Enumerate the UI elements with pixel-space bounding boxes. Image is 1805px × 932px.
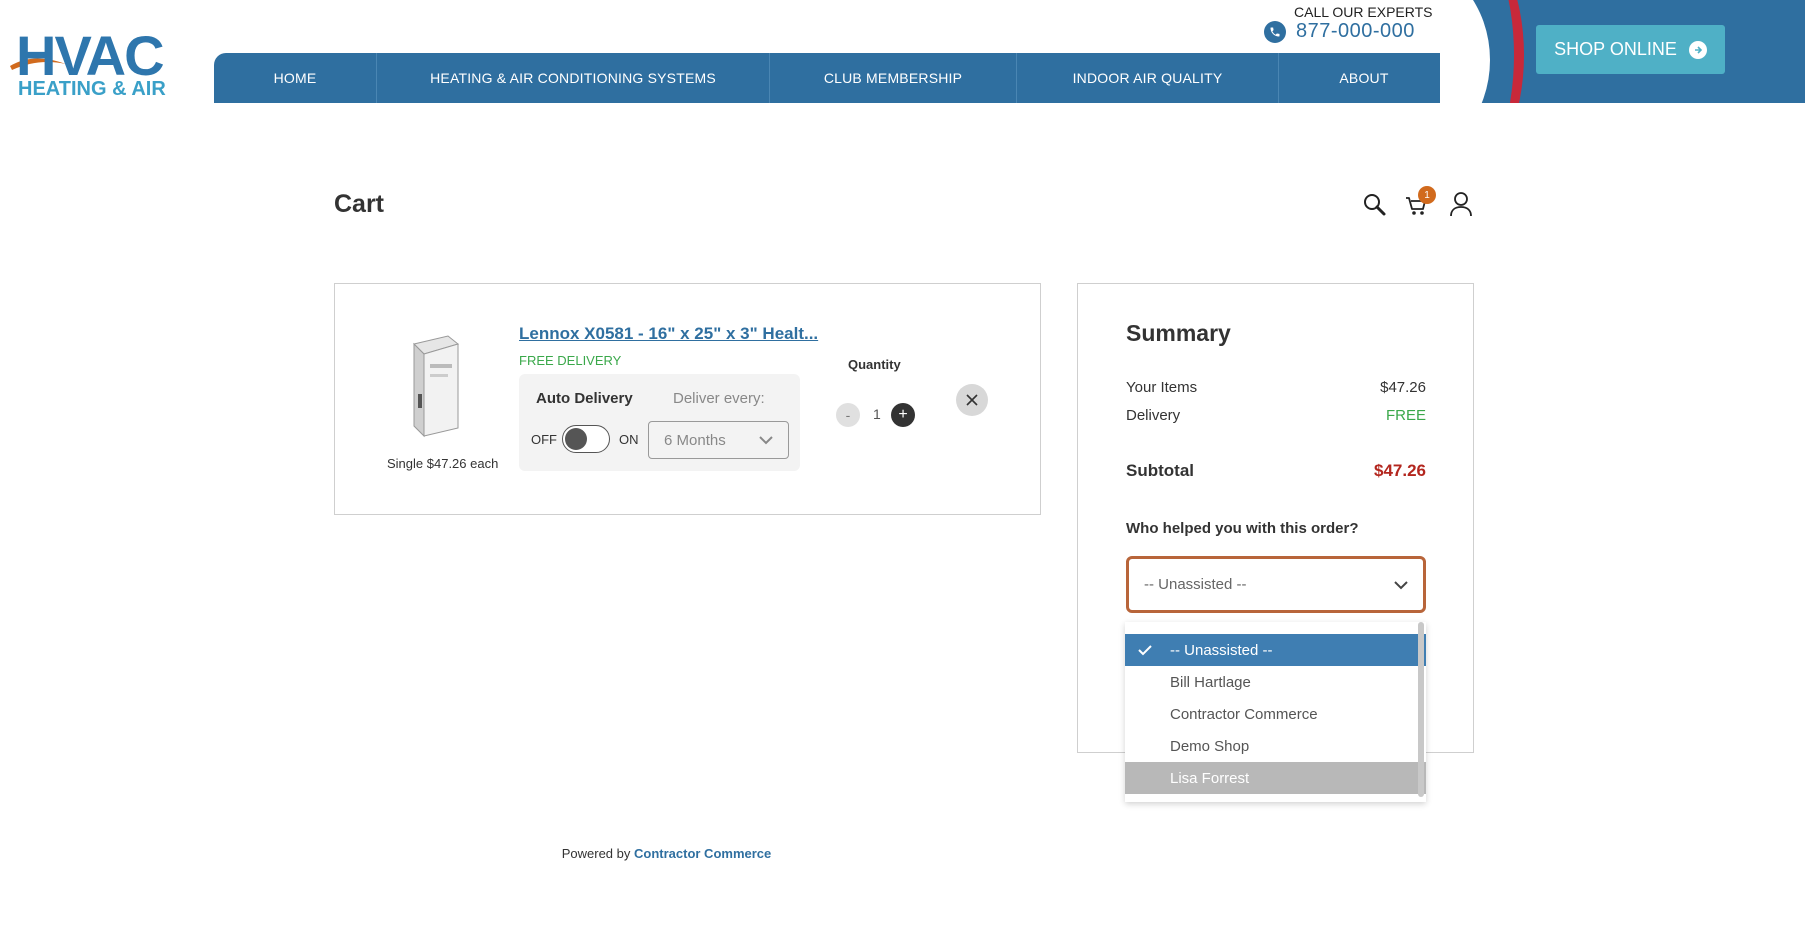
- delivery-interval-value: 6 Months: [664, 432, 726, 449]
- auto-delivery-toggle[interactable]: [562, 425, 610, 453]
- helped-by-value: -- Unassisted --: [1144, 576, 1247, 593]
- phone-icon: [1264, 21, 1286, 43]
- shop-online-button[interactable]: SHOP ONLINE: [1536, 25, 1725, 74]
- helped-by-dropdown: -- Unassisted -- Bill Hartlage Contracto…: [1125, 622, 1426, 802]
- arrow-right-icon: [1688, 40, 1707, 59]
- option-label: Bill Hartlage: [1170, 673, 1251, 691]
- nav-item-heating-air-conditioning[interactable]: HEATING & AIR CONDITIONING SYSTEMS: [377, 53, 770, 103]
- call-experts: CALL OUR EXPERTS 877-000-000: [1264, 4, 1449, 44]
- product-image[interactable]: [408, 334, 464, 438]
- toggle-on-label: ON: [619, 432, 639, 447]
- cart-button[interactable]: 1: [1404, 186, 1436, 218]
- chevron-down-icon: [759, 436, 773, 445]
- footer-brand-link[interactable]: Contractor Commerce: [634, 846, 771, 861]
- product-name-link[interactable]: Lennox X0581 - 16" x 25" x 3" Healt...: [519, 324, 818, 344]
- option-label: Lisa Forrest: [1170, 769, 1250, 787]
- logo[interactable]: HVAC HEATING & AIR: [8, 28, 168, 104]
- page-title: Cart: [334, 190, 385, 218]
- delivery-interval-select[interactable]: 6 Months: [648, 421, 789, 459]
- option-label: Contractor Commerce: [1170, 705, 1318, 723]
- shop-online-label: SHOP ONLINE: [1554, 39, 1677, 59]
- summary-items-row: Your Items $47.26: [1126, 379, 1426, 396]
- utility-icons: 1: [1362, 186, 1474, 218]
- remove-item-button[interactable]: [956, 384, 988, 416]
- nav-item-club-membership[interactable]: CLUB MEMBERSHIP: [770, 53, 1017, 103]
- summary-subtotal-row: Subtotal $47.26: [1126, 461, 1426, 481]
- auto-delivery-label: Auto Delivery: [536, 390, 633, 407]
- summary-title: Summary: [1126, 320, 1231, 346]
- nav-item-about[interactable]: ABOUT: [1279, 53, 1449, 103]
- dropdown-scrollbar[interactable]: [1418, 622, 1424, 797]
- auto-delivery-panel: Auto Delivery Deliver every: OFF ON 6 Mo…: [519, 374, 800, 471]
- quantity-increase-button[interactable]: +: [891, 403, 915, 427]
- subtotal-label: Subtotal: [1126, 461, 1194, 480]
- single-price: Single $47.26 each: [387, 456, 499, 471]
- dropdown-option[interactable]: Contractor Commerce: [1125, 698, 1426, 730]
- dropdown-option[interactable]: -- Unassisted --: [1125, 634, 1426, 666]
- main-nav: HOME HEATING & AIR CONDITIONING SYSTEMS …: [214, 53, 1454, 103]
- nav-item-indoor-air-quality[interactable]: INDOOR AIR QUALITY: [1017, 53, 1279, 103]
- items-label: Your Items: [1126, 379, 1198, 396]
- header-arc: [1440, 0, 1524, 103]
- cart-item: Single $47.26 each Lennox X0581 - 16" x …: [334, 283, 1041, 515]
- search-icon[interactable]: [1362, 190, 1388, 218]
- footer: Powered by Contractor Commerce: [0, 846, 1333, 861]
- delivery-label: Delivery: [1126, 407, 1181, 424]
- summary-delivery-row: Delivery FREE: [1126, 407, 1426, 424]
- helped-by-select[interactable]: -- Unassisted --: [1126, 556, 1426, 613]
- deliver-every-label: Deliver every:: [673, 390, 765, 407]
- cart-count-badge: 1: [1418, 186, 1436, 204]
- toggle-knob: [565, 428, 587, 450]
- quantity-label: Quantity: [848, 357, 901, 372]
- quantity-value: 1: [873, 406, 881, 422]
- logo-text: HVAC: [16, 24, 165, 87]
- call-label: CALL OUR EXPERTS: [1294, 4, 1433, 20]
- quantity-decrease-button[interactable]: -: [836, 403, 860, 427]
- chevron-down-icon: [1394, 581, 1408, 590]
- toggle-off-label: OFF: [531, 432, 557, 447]
- page: HVAC HEATING & AIR HOME HEATING & AIR CO…: [0, 0, 1805, 932]
- footer-prefix: Powered by: [561, 846, 631, 861]
- phone-number-link[interactable]: 877-000-000: [1296, 20, 1415, 43]
- option-label: -- Unassisted --: [1170, 641, 1273, 659]
- logo-subtext: HEATING & AIR: [18, 78, 166, 100]
- dropdown-option[interactable]: Lisa Forrest: [1125, 762, 1426, 794]
- free-delivery-label: FREE DELIVERY: [519, 353, 622, 368]
- close-icon: [966, 394, 978, 406]
- check-icon: [1138, 645, 1152, 656]
- user-icon[interactable]: [1448, 190, 1474, 218]
- helped-by-label: Who helped you with this order?: [1126, 520, 1359, 537]
- items-value: $47.26: [1380, 379, 1426, 396]
- dropdown-option[interactable]: Demo Shop: [1125, 730, 1426, 762]
- subtotal-value: $47.26: [1374, 461, 1426, 480]
- nav-item-home[interactable]: HOME: [214, 53, 377, 103]
- option-label: Demo Shop: [1170, 737, 1250, 755]
- dropdown-option[interactable]: Bill Hartlage: [1125, 666, 1426, 698]
- delivery-value: FREE: [1385, 407, 1426, 424]
